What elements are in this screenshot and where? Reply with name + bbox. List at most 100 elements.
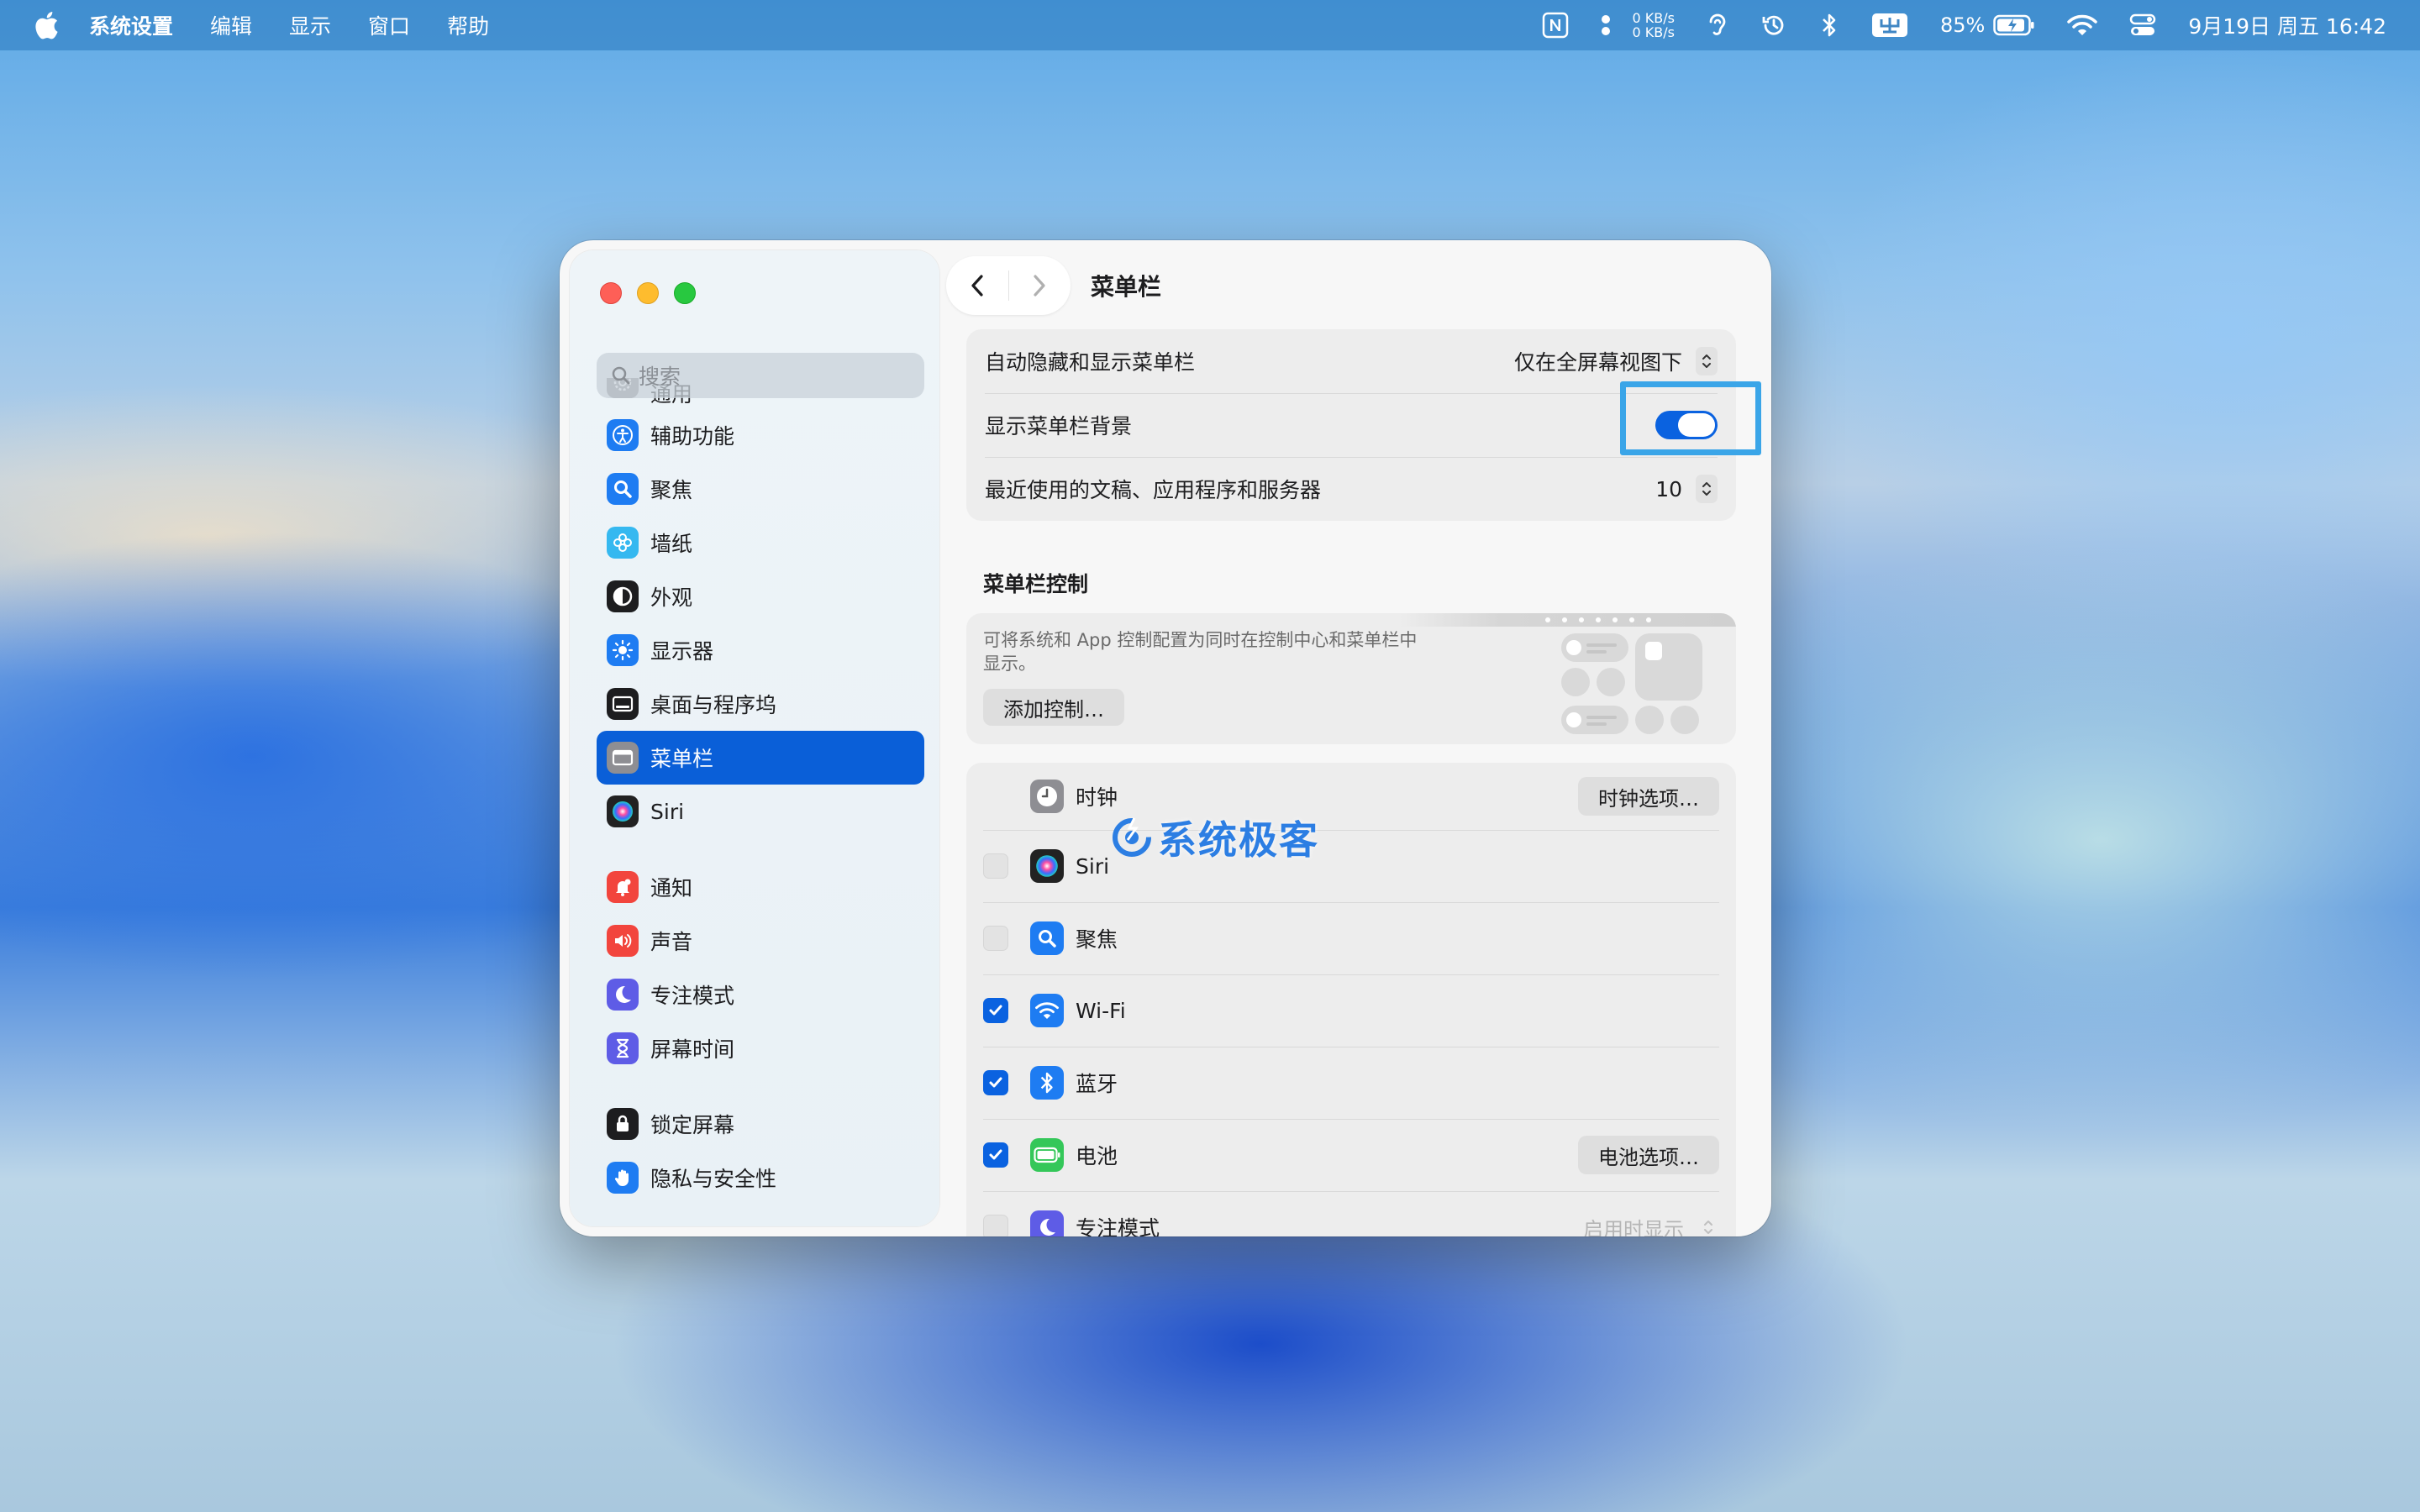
menu-bar: 系统设置 编辑 显示 窗口 帮助 0 KB/s 0 KB/s 85% 9月19日… (0, 0, 2420, 50)
bluetooth-icon (1030, 1066, 1064, 1100)
spotlight-icon (607, 473, 639, 505)
menubar-controls-list: 时钟 时钟选项… Siri 聚焦 Wi-Fi 蓝牙 电池 电池选项… 专注模式 … (966, 763, 1736, 1236)
bluetooth-menu-icon[interactable] (1819, 12, 1839, 39)
watermark-logo-icon (1113, 817, 1151, 857)
focus-show-popup[interactable]: 启用时显示 (1583, 1213, 1719, 1236)
control-center-illustration-icon (1400, 613, 1736, 734)
menu-help[interactable]: 帮助 (447, 10, 489, 40)
display-icon (607, 634, 639, 666)
battery-charging-icon[interactable] (1993, 14, 2035, 36)
sidebar-item-appearance[interactable]: 外观 (597, 570, 924, 623)
sidebar-item-focus[interactable]: 专注模式 (597, 968, 924, 1021)
checkmark-icon (989, 1149, 1002, 1160)
sidebar-item-label: 外观 (650, 585, 693, 610)
sidebar-item-desktop-dock[interactable]: 桌面与程序坞 (597, 677, 924, 731)
menu-window[interactable]: 窗口 (368, 10, 410, 40)
promo-text: 可将系统和 App 控制配置为同时在控制中心和菜单栏中显示。 (983, 630, 1418, 674)
hearing-icon[interactable] (1707, 12, 1728, 39)
focus-checkbox[interactable] (983, 1215, 1008, 1236)
search-icon (612, 366, 630, 385)
menu-view[interactable]: 显示 (289, 10, 331, 40)
add-controls-button[interactable]: 添加控制… (983, 689, 1124, 726)
battery-options-button[interactable]: 电池选项… (1578, 1136, 1719, 1174)
siri-icon (607, 795, 639, 827)
list-item-label: 专注模式 (1076, 1216, 1160, 1236)
autohide-popup[interactable]: 仅在全屏幕视图下 (1514, 346, 1718, 376)
sidebar-item-label: Siri (650, 799, 685, 824)
updown-chevron-icon (1696, 475, 1718, 503)
apple-icon[interactable] (34, 11, 59, 39)
menu-edit[interactable]: 编辑 (210, 10, 252, 40)
sidebar: 通用 辅助功能 聚焦 墙纸 (570, 250, 939, 1226)
forward-button[interactable] (1009, 256, 1071, 315)
minimize-button[interactable] (637, 282, 659, 304)
list-item-label: 电池 (1076, 1144, 1118, 1168)
wifi-menu-icon[interactable] (2067, 13, 2098, 37)
bluetooth-checkbox[interactable] (983, 1070, 1008, 1095)
moon-icon (1030, 1210, 1064, 1236)
sidebar-item-label: 显示器 (650, 639, 714, 664)
spotlight-checkbox[interactable] (983, 926, 1008, 951)
list-item-label: 聚焦 (1076, 927, 1118, 952)
autohide-value: 仅在全屏幕视图下 (1513, 350, 1682, 375)
lock-icon (607, 1108, 639, 1140)
sidebar-item-spotlight[interactable]: 聚焦 (597, 462, 924, 516)
menu-app-name[interactable]: 系统设置 (89, 10, 173, 40)
battery-percent[interactable]: 85% (1940, 13, 1985, 37)
sidebar-item-label: 专注模式 (650, 984, 735, 1008)
network-speed[interactable]: 0 KB/s 0 KB/s (1633, 11, 1675, 39)
sidebar-item-notifications[interactable]: 通知 (597, 860, 924, 914)
more-dots-icon[interactable] (1601, 12, 1611, 39)
sidebar-item-sound[interactable]: 声音 (597, 914, 924, 968)
bell-icon (607, 871, 639, 903)
search-field[interactable]: 搜索 (597, 353, 924, 398)
sidebar-item-privacy[interactable]: 隐私与安全性 (597, 1151, 924, 1205)
close-button[interactable] (600, 282, 622, 304)
notion-icon[interactable] (1542, 12, 1569, 39)
back-button[interactable] (946, 256, 1008, 315)
hand-icon (607, 1162, 639, 1194)
sidebar-item-lock-screen[interactable]: 锁定屏幕 (597, 1097, 924, 1151)
recent-items-stepper[interactable]: 10 (1655, 475, 1718, 503)
history-nav (946, 256, 1071, 315)
list-item-battery: 电池 电池选项… (966, 1119, 1736, 1191)
input-method-icon[interactable] (1871, 13, 1908, 38)
sidebar-item-menubar[interactable]: 菜单栏 (597, 731, 924, 785)
siri-checkbox[interactable] (983, 853, 1008, 879)
sidebar-item-siri[interactable]: Siri (597, 785, 924, 838)
sidebar-item-accessibility[interactable]: 辅助功能 (597, 408, 924, 462)
autohide-label: 自动隐藏和显示菜单栏 (985, 350, 1196, 375)
battery-checkbox[interactable] (983, 1142, 1008, 1168)
wifi-checkbox[interactable] (983, 998, 1008, 1023)
show-background-label: 显示菜单栏背景 (985, 414, 1133, 438)
sidebar-nav: 通用 辅助功能 聚焦 墙纸 (597, 378, 924, 1205)
settings-window: 通用 辅助功能 聚焦 墙纸 (560, 240, 1771, 1236)
sidebar-item-label: 聚焦 (650, 478, 693, 502)
menubar-clock[interactable]: 9月19日 周五 16:42 (2188, 10, 2386, 40)
sidebar-item-label: 菜单栏 (650, 747, 714, 771)
dock-icon (607, 688, 639, 720)
list-item-siri: Siri (966, 830, 1736, 902)
sidebar-item-label: 锁定屏幕 (650, 1113, 735, 1137)
search-placeholder: 搜索 (639, 365, 681, 389)
add-controls-card: 可将系统和 App 控制配置为同时在控制中心和菜单栏中显示。 添加控制… (966, 613, 1736, 744)
hourglass-icon (607, 1032, 639, 1064)
sidebar-item-screen-time[interactable]: 屏幕时间 (597, 1021, 924, 1075)
sidebar-item-wallpaper[interactable]: 墙纸 (597, 516, 924, 570)
updown-chevron-icon (1696, 347, 1718, 375)
sidebar-item-displays[interactable]: 显示器 (597, 623, 924, 677)
chevron-left-icon (971, 275, 983, 297)
clock-options-button[interactable]: 时钟选项… (1578, 777, 1719, 816)
checkmark-icon (989, 1005, 1002, 1016)
watermark-text: 系统极客 (1158, 817, 1319, 863)
window-controls (600, 282, 711, 304)
maximize-button[interactable] (674, 282, 696, 304)
toolbar: 菜单栏 (946, 255, 1161, 316)
control-center-icon[interactable] (2129, 13, 2156, 37)
time-machine-icon[interactable] (1760, 12, 1787, 39)
checkmark-icon (989, 1077, 1002, 1088)
sidebar-item-label: 辅助功能 (650, 424, 735, 449)
siri-icon (1030, 849, 1064, 883)
checkbox-placeholder (983, 784, 1008, 809)
